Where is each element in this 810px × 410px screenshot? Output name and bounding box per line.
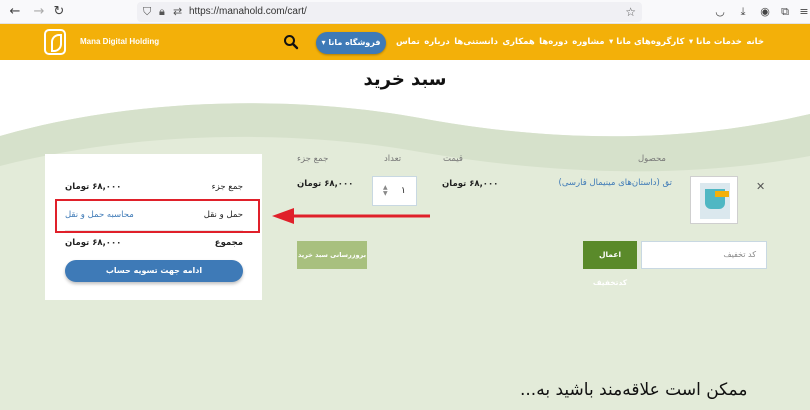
coupon-input[interactable]: کد تخفیف	[641, 241, 767, 269]
pocket-icon[interactable]: ◡	[713, 4, 727, 20]
product-subtotal: ۶۸,۰۰۰ تومان	[297, 179, 354, 189]
menu-item-consulting[interactable]: مشاوره	[572, 37, 604, 47]
bookmark-star-icon[interactable]: ☆	[625, 3, 636, 21]
quantity-stepper[interactable]: ▲ ▼ ۱	[372, 176, 417, 206]
menu-item-home[interactable]: خانه	[746, 37, 764, 47]
spin-arrows-icon[interactable]: ▲ ▼	[383, 185, 388, 197]
total-value: ۶۸,۰۰۰ تومان	[65, 238, 122, 248]
subtotal-value: ۶۸,۰۰۰ تومان	[65, 182, 122, 192]
back-icon[interactable]: ←	[6, 3, 24, 21]
reload-icon[interactable]: ↻	[50, 3, 68, 21]
product-name-link[interactable]: تق (داستان‌های مینیمال فارسی)	[540, 178, 672, 188]
product-thumbnail[interactable]	[690, 176, 738, 224]
menu-item-cooperation[interactable]: همکاری	[502, 37, 534, 47]
header-quantity: تعداد	[384, 154, 402, 164]
downloads-icon[interactable]: ⤓	[736, 4, 750, 20]
main-menu: خانه خدمات مانا کارگروه‌های مانا مشاوره …	[396, 24, 764, 60]
menu-item-contact[interactable]: تماس	[396, 37, 420, 47]
address-bar[interactable]: ⛉ 🔒︎ ⇄ https://manahold.com/cart/ ☆	[137, 2, 642, 22]
menu-item-knowledge[interactable]: دانستنی‌ها	[454, 37, 498, 47]
url-text[interactable]: https://manahold.com/cart/	[189, 2, 307, 22]
shield-icon[interactable]: ⛉	[143, 3, 151, 21]
header-subtotal: جمع جزء	[297, 154, 329, 164]
browser-toolbar: ← → ↻ ⛉ 🔒︎ ⇄ https://manahold.com/cart/ …	[0, 0, 810, 24]
extensions-icon[interactable]: ⧉	[778, 4, 792, 20]
shop-button-label: فروشگاه مانا	[328, 38, 381, 47]
quantity-value: ۱	[401, 186, 406, 196]
product-price: ۶۸,۰۰۰ تومان	[442, 179, 499, 189]
search-icon[interactable]	[283, 34, 299, 50]
annotation-arrow-icon	[272, 208, 430, 224]
header-product: محصول	[638, 154, 666, 164]
lock-icon[interactable]: 🔒︎	[159, 3, 165, 21]
shipping-highlight-box	[55, 199, 260, 233]
menu-icon[interactable]: ≡	[797, 4, 810, 20]
forward-icon[interactable]: →	[30, 3, 48, 21]
permissions-icon[interactable]: ⇄	[173, 3, 182, 21]
shop-button[interactable]: فروشگاه مانا ▾	[316, 32, 386, 54]
remove-item-icon[interactable]: ✕	[756, 180, 765, 193]
related-products-heading: ممکن است علاقه‌مند باشید به...	[520, 380, 748, 400]
logo-icon[interactable]	[44, 29, 66, 55]
update-cart-button[interactable]: بروزرسانی سبد خرید	[297, 241, 367, 269]
page-title: سبد خرید	[363, 69, 447, 90]
menu-item-courses[interactable]: دوره‌ها	[539, 37, 568, 47]
menu-item-about[interactable]: درباره	[424, 37, 450, 47]
subtotal-label: جمع جزء	[211, 182, 243, 192]
menu-item-workgroups[interactable]: کارگروه‌های مانا	[609, 37, 684, 47]
checkout-button[interactable]: ادامه جهت تسویه حساب	[65, 260, 243, 282]
menu-item-services[interactable]: خدمات مانا	[689, 37, 742, 47]
account-icon[interactable]: ◉	[758, 4, 772, 20]
apply-coupon-button[interactable]: اعمال کدتخفیف	[583, 241, 637, 287]
brand-name[interactable]: Mana Digital Holding	[80, 24, 159, 60]
header-price: قیمت	[443, 154, 463, 164]
total-label: مجموع	[214, 238, 243, 248]
site-header: Mana Digital Holding فروشگاه مانا ▾ خانه…	[0, 24, 810, 60]
